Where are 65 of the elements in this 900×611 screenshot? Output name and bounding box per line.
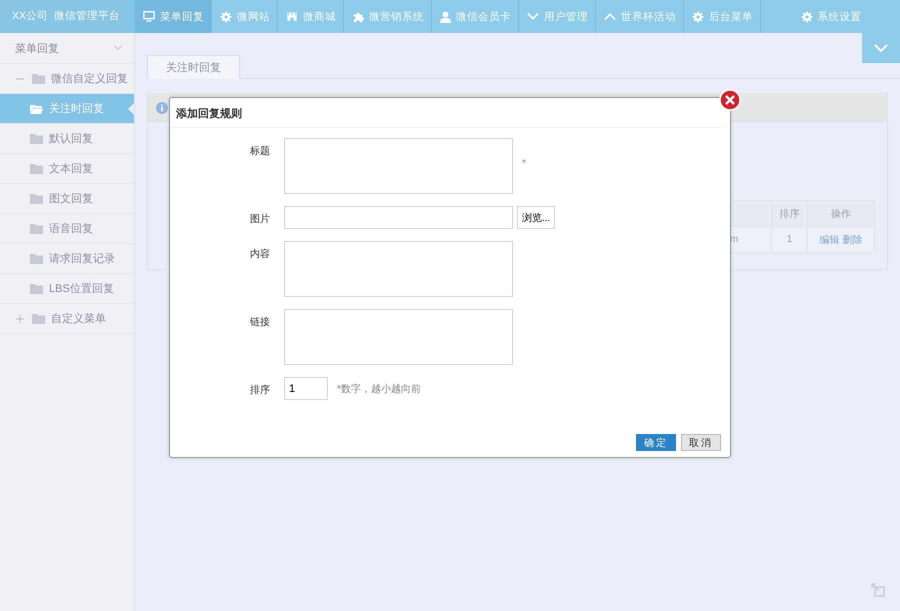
field-label: 排序 [249,384,271,397]
sidebar-item[interactable]: 文本回复 [0,154,134,184]
nav-tab[interactable]: 后台菜单 [684,0,761,33]
folder-icon [32,74,45,84]
plus-icon [16,314,24,322]
text-area[interactable] [284,241,513,297]
column-header: 操作 [808,200,874,226]
dialog-title: 添加回复规则 [170,98,722,128]
collapse-button[interactable] [862,33,900,63]
folder-icon [30,284,43,294]
sidebar-item[interactable]: 语音回复 [0,214,134,244]
field-hint: *数字，越小越向前 [337,382,421,396]
nav-tab[interactable]: 用户管理 [519,0,596,33]
sidebar-item[interactable]: 自定义菜单 [0,304,134,334]
chevron-down-icon [527,12,539,20]
column-header: 排序 [772,200,808,226]
folder-icon [30,164,43,174]
user-icon [440,10,452,22]
browse-button[interactable]: 浏览... [517,206,556,229]
gear-icon [800,10,812,22]
open-folder-icon [30,104,43,114]
sort-order-field[interactable]: 1 [284,377,328,400]
brand-title: XX公司 微信管理平台 [0,0,135,33]
folder-icon [32,314,45,324]
sidebar-item[interactable]: 请求回复记录 [0,244,134,274]
nav-tab[interactable]: 菜单回复 [135,0,212,33]
text-area[interactable] [284,138,513,194]
gear-icon [692,10,704,22]
field-label: 内容 [249,248,271,261]
nav-tab[interactable]: 世界杯活动 [596,0,684,33]
action-link[interactable]: 编辑 [820,234,840,246]
confirm-button[interactable]: 确定 [636,434,676,451]
chevron-down-icon [874,44,888,52]
nav-tab[interactable]: 系统设置 [761,0,900,33]
folder-icon [30,194,43,204]
table-cell: 1 [772,226,808,252]
action-link[interactable]: 删除 [842,234,862,246]
sidebar-item[interactable]: 关注时回复 [0,94,134,124]
field-label: 图片 [249,212,271,226]
sidebar-section[interactable]: 菜单回复 [0,33,134,64]
gear-icon [220,10,232,22]
sidebar-item[interactable]: 默认回复 [0,124,134,154]
nav-tab[interactable]: 微网站 [212,0,278,33]
tab[interactable]: 关注时回复 [147,55,240,79]
field-hint: * [522,158,526,169]
field-label: 标题 [249,144,271,158]
nav-tab[interactable]: 微信会员卡 [432,0,519,33]
store-icon [286,10,298,22]
chevron-up-icon [604,12,616,20]
folder-icon [30,224,43,234]
monitor-icon [143,10,155,22]
chevron-down-icon [114,45,122,51]
file-path-field[interactable] [284,206,513,229]
folder-icon [30,254,43,264]
cancel-button[interactable]: 取消 [681,434,721,451]
sidebar-item[interactable]: LBS位置回复 [0,274,134,304]
sidebar-item[interactable]: 图文回复 [0,184,134,214]
field-label: 链接 [249,316,271,329]
nav-tab[interactable]: 微商城 [278,0,344,33]
puzzle-icon [352,10,364,22]
resize-icon[interactable] [871,583,885,597]
text-area[interactable] [284,309,513,365]
close-button[interactable] [719,89,741,111]
nav-tab[interactable]: 微营销系统 [344,0,432,33]
folder-icon [30,134,43,144]
